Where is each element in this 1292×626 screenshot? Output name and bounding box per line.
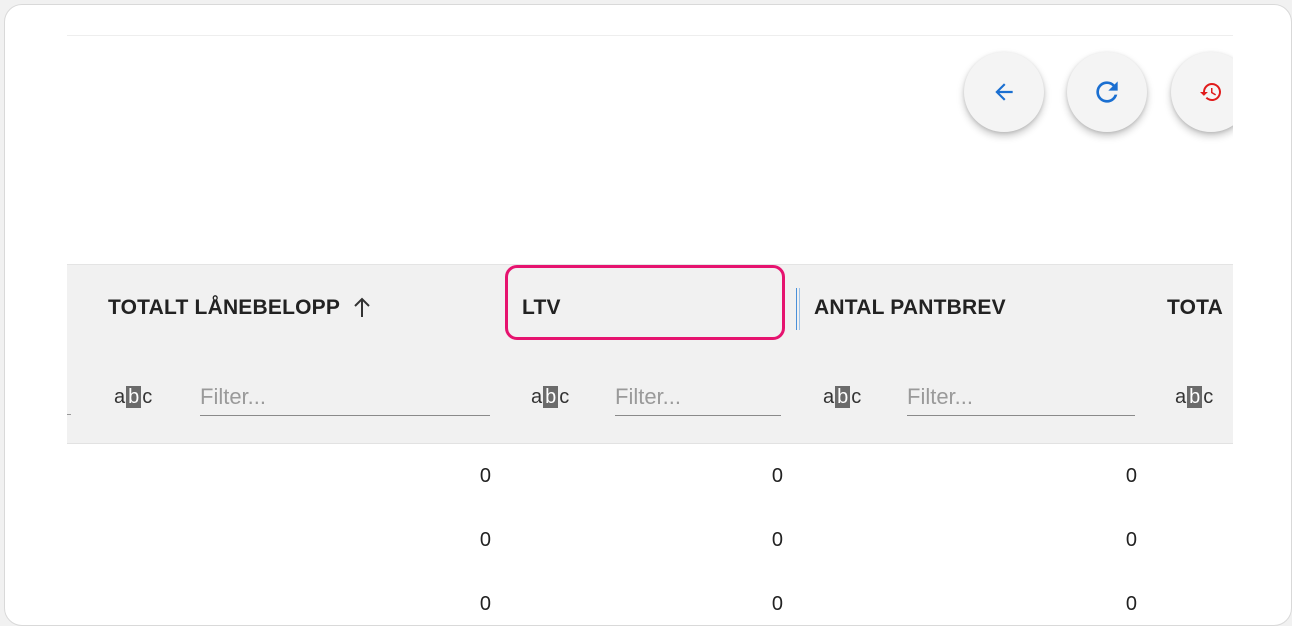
column-header-antal-pantbrev[interactable]: ANTAL PANTBREV bbox=[814, 265, 1006, 351]
screenshot-card: TOTALT LÅNEBELOPP LTV ANTAL PANTBREV TOT… bbox=[4, 4, 1292, 626]
filter-edge-line bbox=[67, 414, 71, 415]
filter-row: abc abc abc abc bbox=[67, 351, 1233, 444]
refresh-icon bbox=[1091, 76, 1123, 108]
cell-ltv: 0 bbox=[771, 592, 783, 615]
cell-antal-pantbrev: 0 bbox=[1125, 528, 1137, 551]
cell-ltv: 0 bbox=[771, 464, 783, 487]
letter: a bbox=[823, 385, 835, 408]
table-row[interactable]: 0 0 0 bbox=[67, 508, 1233, 573]
abc-text-icon[interactable]: abc bbox=[1175, 351, 1213, 443]
filter-field[interactable] bbox=[200, 384, 490, 410]
letter: a bbox=[531, 385, 543, 408]
cell-totalt-lanebelopp: 0 bbox=[479, 464, 491, 487]
cell-totalt-lanebelopp: 0 bbox=[479, 592, 491, 615]
letter: b bbox=[835, 386, 851, 408]
abc-text-icon[interactable]: abc bbox=[823, 351, 861, 443]
data-grid-app: TOTALT LÅNEBELOPP LTV ANTAL PANTBREV TOT… bbox=[67, 5, 1233, 625]
filter-field[interactable] bbox=[615, 384, 781, 410]
arrow-left-icon bbox=[991, 79, 1017, 105]
history-icon bbox=[1199, 80, 1223, 104]
cell-totalt-lanebelopp: 0 bbox=[479, 528, 491, 551]
letter: c bbox=[142, 385, 153, 408]
cell-ltv: 0 bbox=[771, 528, 783, 551]
ltv-highlight-frame bbox=[505, 265, 785, 340]
back-button[interactable] bbox=[964, 52, 1044, 132]
letter: c bbox=[851, 385, 862, 408]
refresh-button[interactable] bbox=[1067, 52, 1147, 132]
sort-ascending-icon[interactable] bbox=[352, 297, 372, 319]
abc-text-icon[interactable]: abc bbox=[114, 351, 152, 443]
top-divider bbox=[67, 35, 1233, 36]
column-title: TOTALT LÅNEBELOPP bbox=[108, 296, 341, 319]
filter-field[interactable] bbox=[907, 384, 1135, 410]
letter: a bbox=[1175, 385, 1187, 408]
abc-text-icon[interactable]: abc bbox=[531, 351, 569, 443]
letter: c bbox=[559, 385, 570, 408]
column-title: TOTA bbox=[1167, 296, 1224, 319]
column-header-tota[interactable]: TOTA bbox=[1167, 265, 1223, 351]
letter: b bbox=[543, 386, 559, 408]
column-resize-handle[interactable] bbox=[796, 288, 800, 330]
column-title: ANTAL PANTBREV bbox=[814, 296, 1006, 319]
letter: b bbox=[1187, 386, 1203, 408]
letter: b bbox=[126, 386, 142, 408]
filter-input-totalt-lanebelopp[interactable] bbox=[200, 379, 490, 416]
filter-input-ltv[interactable] bbox=[615, 379, 781, 416]
letter: a bbox=[114, 385, 126, 408]
history-button[interactable] bbox=[1171, 52, 1233, 132]
letter: c bbox=[1203, 385, 1214, 408]
table-row[interactable]: 0 0 0 bbox=[67, 572, 1233, 625]
cell-antal-pantbrev: 0 bbox=[1125, 592, 1137, 615]
filter-input-antal-pantbrev[interactable] bbox=[907, 379, 1135, 416]
cell-antal-pantbrev: 0 bbox=[1125, 464, 1137, 487]
column-header-totalt-lanebelopp[interactable]: TOTALT LÅNEBELOPP bbox=[108, 265, 372, 351]
table-row[interactable]: 0 0 0 bbox=[67, 444, 1233, 509]
